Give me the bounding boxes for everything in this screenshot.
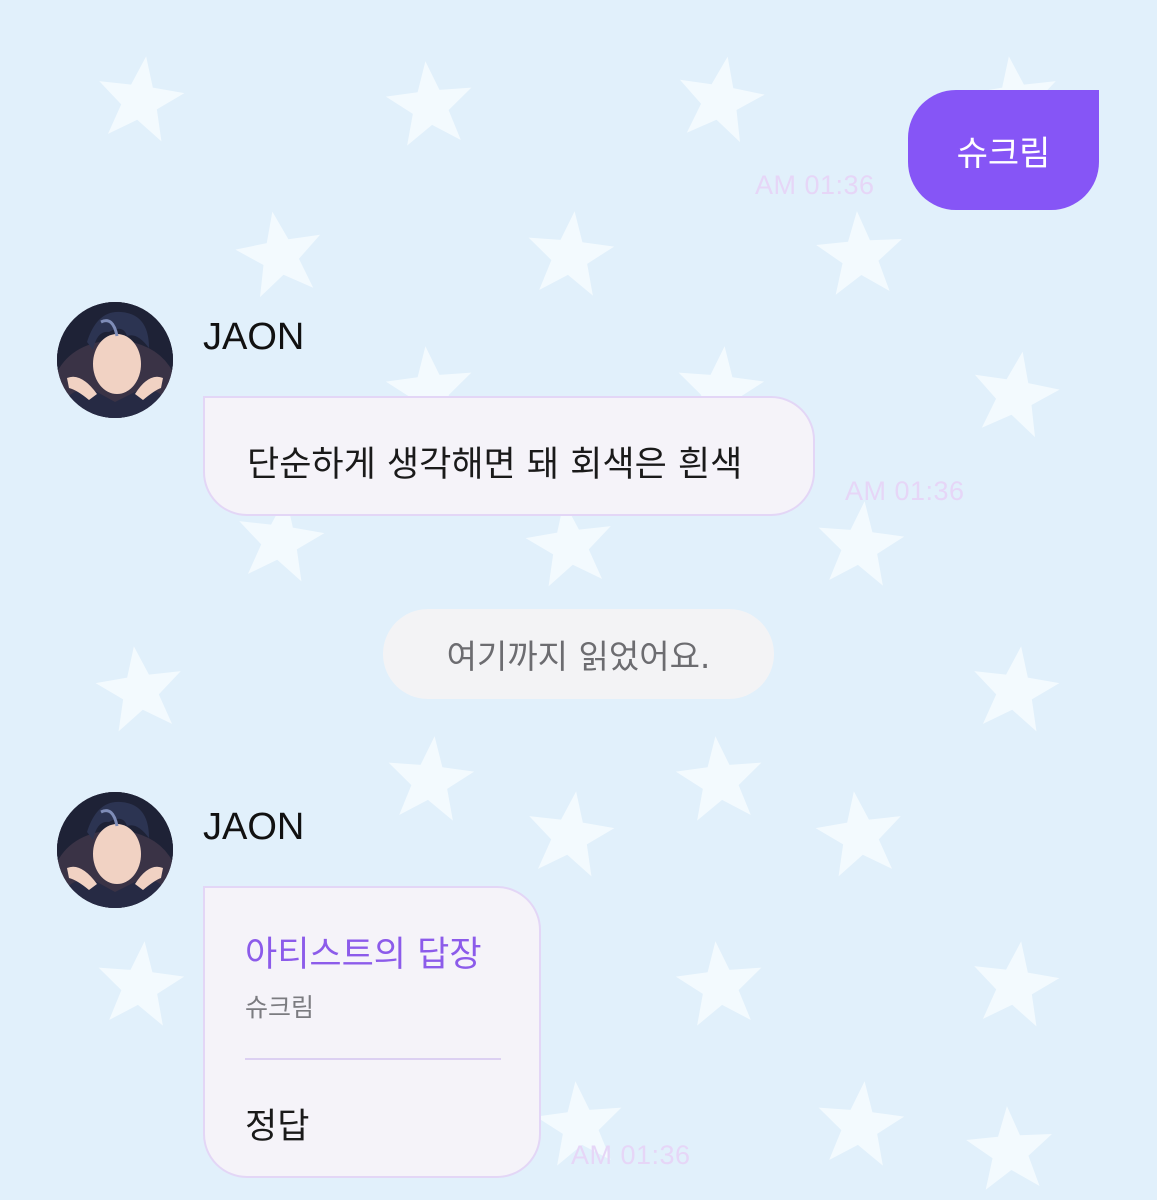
quoted-message-text: 슈크림 [245,993,315,1022]
chat-background: 슈크림 AM 01:36 JAON 단순하게 생각해면 돼 회색은 흰색 AM … [0,0,1157,1200]
artist-reply-title: 아티스트의 답장 [245,935,482,975]
incoming-message-time: AM 01:36 [845,476,965,506]
outgoing-message-text: 슈크림 [956,133,1051,174]
artist-reply-text: 정답 [245,1107,310,1147]
sender-name: JAON [203,806,305,848]
artist-reply-time: AM 01:36 [571,1140,691,1170]
sender-avatar[interactable] [57,302,173,418]
incoming-message-bubble[interactable]: 단순하게 생각해면 돼 회색은 흰색 [203,396,815,516]
read-up-to-here-marker: 여기까지 읽었어요. [383,609,774,699]
sender-avatar[interactable] [57,792,173,908]
incoming-message-text: 단순하게 생각해면 돼 회색은 흰색 [247,445,743,485]
reply-divider [245,1058,501,1060]
outgoing-message-bubble[interactable]: 슈크림 [908,90,1099,210]
outgoing-message-time: AM 01:36 [755,170,875,200]
profile-avatar-icon [57,302,173,418]
profile-avatar-icon [57,792,173,908]
sender-name: JAON [203,316,305,358]
artist-reply-bubble[interactable]: 아티스트의 답장 슈크림 정답 [203,886,541,1178]
read-marker-text: 여기까지 읽었어요. [446,637,711,676]
